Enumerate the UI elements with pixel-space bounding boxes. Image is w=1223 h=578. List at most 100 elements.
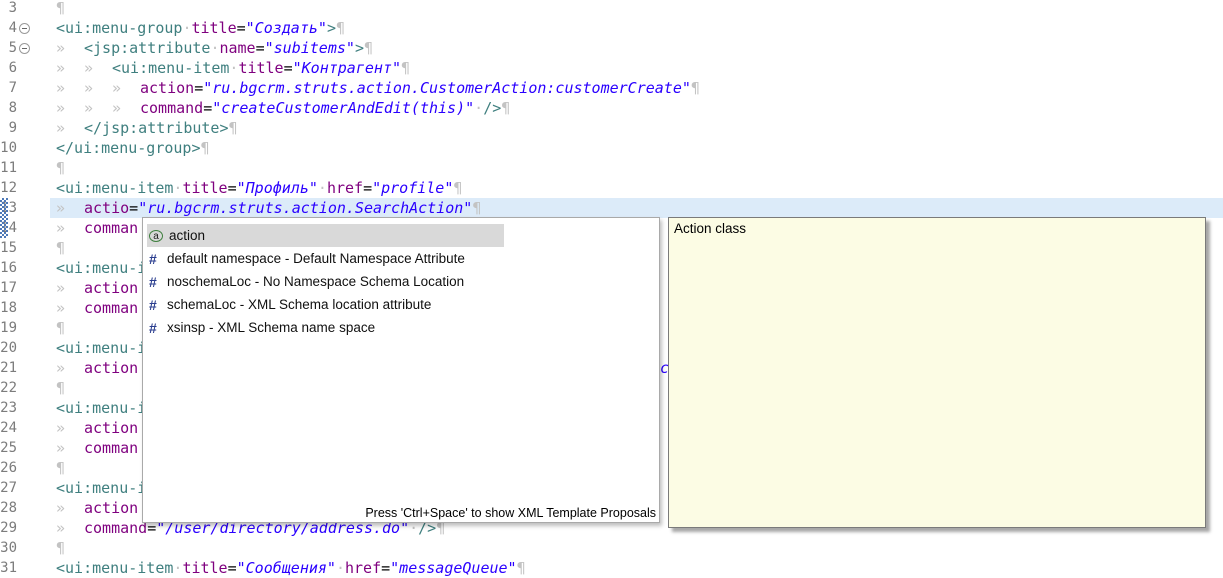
tooltip-text: Action class [674,221,746,236]
fold-collapse-icon[interactable] [19,43,30,54]
code-token: <ui:menu-item [112,59,229,77]
code-token: comman [84,439,138,457]
code-token: /> [483,99,501,117]
code-token: = [381,559,390,577]
code-text: <ui:menu-i [56,398,146,418]
line-number[interactable]: 30 [0,538,17,558]
code-token: » [56,358,84,378]
code-line-11[interactable]: 11 ¶ [0,158,1223,178]
code-token: = [363,179,372,197]
template-proposal-icon: # [149,274,167,290]
code-line-13[interactable]: 13»actio="ru.bgcrm.struts.action.SearchA… [0,198,1223,218]
code-line-5[interactable]: 5 »<jsp:attribute·name="subitems">¶ [0,38,1223,58]
code-token: <ui:menu-item [56,559,173,577]
code-text: ¶ [56,158,65,178]
line-number[interactable]: 7 [0,78,17,98]
line-number[interactable]: 6 [0,58,17,78]
line-number[interactable]: 31 [0,558,17,578]
proposal-item[interactable]: #xsinsp - XML Schema name space [147,316,504,339]
code-token: » [84,78,112,98]
code-line-8[interactable]: 8»»»command="createCustomerAndEdit(this)… [0,98,1223,118]
line-number[interactable]: 15 [0,238,17,258]
line-number[interactable]: 11 [0,158,17,178]
code-token: = [256,39,265,57]
line-number[interactable]: 3 [0,0,17,18]
code-line-4[interactable]: 4<ui:menu-group·title="Создать">¶ [0,18,1223,38]
code-token: </ui:menu-group> [56,139,201,157]
code-token: "ru.bgcrm.struts.action.SearchAction" [138,199,472,217]
code-token: » [84,98,112,118]
line-number[interactable]: 17 [0,278,17,298]
code-text: »»»action="ru.bgcrm.struts.action.Custom… [56,78,700,98]
code-token: = [228,559,237,577]
code-text: »action [56,358,138,378]
line-number[interactable]: 5 [0,38,17,58]
code-token: » [84,58,112,78]
code-token: > [355,39,364,57]
proposal-item[interactable]: #schemaLoc - XML Schema location attribu… [147,293,504,316]
code-token: </jsp:attribute> [84,119,229,137]
proposal-item[interactable]: aaction [147,224,504,247]
code-token: "createCustomerAndEdit(this)" [212,99,474,117]
line-number[interactable]: 8 [0,98,17,118]
proposal-label: default namespace - Default Namespace At… [167,251,465,266]
code-token: <ui:menu-group [56,19,182,37]
code-token: ¶ [453,179,462,197]
code-text: <ui:menu-i [56,478,146,498]
line-number[interactable]: 21 [0,358,17,378]
fold-collapse-icon[interactable] [19,23,30,34]
line-number[interactable]: 12 [0,178,17,198]
code-line-6[interactable]: 6»»<ui:menu-item·title="Контрагент"¶ [0,58,1223,78]
code-token: <jsp:attribute [84,39,210,57]
code-token: » [56,418,84,438]
line-number[interactable]: 22 [0,378,17,398]
line-number[interactable]: 24 [0,418,17,438]
code-token: ¶ [56,0,65,17]
code-token: "ru.bgcrm.struts.action.CustomerAction:c… [203,79,691,97]
proposal-label: action [169,228,205,243]
code-text: ¶ [56,538,65,558]
code-token: ¶ [56,239,65,257]
code-line-30[interactable]: 30 ¶ [0,538,1223,558]
code-text: »action [56,278,138,298]
code-token: = [228,179,237,197]
code-line-7[interactable]: 7 »»»action="ru.bgcrm.struts.action.Custo… [0,78,1223,98]
code-token: ¶ [336,19,345,37]
line-number[interactable]: 10 [0,138,17,158]
code-token: ¶ [56,159,65,177]
code-line-3[interactable]: 3¶ [0,0,1223,18]
code-line-10[interactable]: 10</ui:menu-group>¶ [0,138,1223,158]
code-token: ¶ [691,79,700,97]
proposal-label: noschemaLoc - No Namespace Schema Locati… [167,274,464,289]
code-line-31[interactable]: 31<ui:menu-item·title="Сообщения"·href="… [0,558,1223,578]
code-token: = [129,199,138,217]
line-number[interactable]: 29 [0,518,17,538]
line-number[interactable]: 23 [0,398,17,418]
line-number[interactable]: 26 [0,458,17,478]
line-number[interactable]: 9 [0,118,17,138]
code-text: »<jsp:attribute·name="subitems">¶ [56,38,373,58]
line-number[interactable]: 20 [0,338,17,358]
code-token: ¶ [56,539,65,557]
code-token: title [238,59,283,77]
proposal-item[interactable]: #default namespace - Default Namespace A… [147,247,504,270]
line-number[interactable]: 25 [0,438,17,458]
code-token: action [84,499,138,517]
code-text: »</jsp:attribute>¶ [56,118,238,138]
code-token: ¶ [472,199,481,217]
code-token: name [219,39,255,57]
line-number[interactable]: 27 [0,478,17,498]
code-token: · [318,179,327,197]
line-number[interactable]: 4 [0,18,17,38]
code-line-12[interactable]: 12<ui:menu-item·title="Профиль"·href="pr… [0,178,1223,198]
code-text: <ui:menu-i [56,258,146,278]
code-token: "profile" [372,179,453,197]
line-number[interactable]: 19 [0,318,17,338]
code-token: <ui:menu-i [56,479,146,497]
proposal-item[interactable]: #noschemaLoc - No Namespace Schema Locat… [147,270,504,293]
line-number[interactable]: 28 [0,498,17,518]
line-number[interactable]: 18 [0,298,17,318]
line-number[interactable]: 16 [0,258,17,278]
code-text: »comman [56,438,138,458]
code-line-9[interactable]: 9 »</jsp:attribute>¶ [0,118,1223,138]
